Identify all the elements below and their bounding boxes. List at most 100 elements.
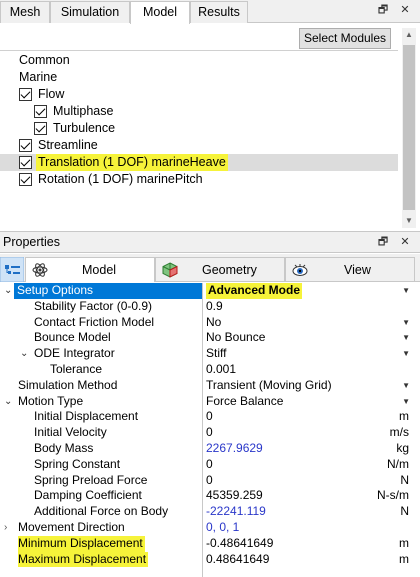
property-value[interactable]: Transient (Moving Grid) [206, 378, 332, 394]
property-value[interactable]: 0 [206, 457, 213, 473]
property-value[interactable]: No Bounce [206, 330, 265, 346]
tree-item-translation[interactable]: Translation (1 DOF) marineHeave [0, 154, 398, 171]
property-value[interactable]: 0, 0, 1 [206, 520, 239, 536]
property-row-initial-displacement[interactable]: Initial Displacement 0 m [0, 409, 420, 425]
property-row-simulation-method[interactable]: Simulation Method Transient (Moving Grid… [0, 378, 420, 394]
top-tab-bar: Mesh Simulation Model Results 🗗 ✕ [0, 0, 420, 24]
property-value[interactable]: -22241.119 [206, 504, 266, 520]
property-value[interactable]: 2267.9629 [206, 441, 263, 457]
checkbox-icon[interactable] [34, 105, 47, 118]
tree-item-turbulence[interactable]: Turbulence [0, 120, 398, 137]
property-row-damping-coefficient[interactable]: Damping Coefficient 45359.259 N-s/m [0, 488, 420, 504]
property-row-initial-velocity[interactable]: Initial Velocity 0 m/s [0, 425, 420, 441]
tab-mesh[interactable]: Mesh [0, 1, 50, 23]
property-value[interactable]: 0 [206, 473, 213, 489]
restore-icon[interactable]: 🗗 [376, 235, 390, 249]
tree-item-streamline[interactable]: Streamline [0, 137, 398, 154]
tab-simulation[interactable]: Simulation [50, 1, 130, 23]
checkbox-icon[interactable] [19, 156, 32, 169]
tree-item-flow[interactable]: Flow [0, 86, 398, 103]
tree-item-multiphase[interactable]: Multiphase [0, 103, 398, 120]
property-row-movement-direction[interactable]: › Movement Direction 0, 0, 1 [0, 520, 420, 536]
property-unit: m [399, 551, 409, 566]
property-value[interactable]: 0.9 [206, 299, 223, 315]
property-name: Damping Coefficient [34, 488, 142, 503]
close-icon[interactable]: ✕ [398, 3, 412, 17]
model-panel: Mesh Simulation Model Results 🗗 ✕ Select… [0, 0, 420, 230]
property-unit: m/s [389, 425, 409, 440]
property-unit: m [399, 535, 409, 550]
property-value[interactable]: 0.48641649 [206, 552, 269, 568]
checkbox-icon[interactable] [19, 173, 32, 186]
collapse-chevron-icon[interactable]: ⌄ [20, 346, 28, 362]
property-name: Setup Options [14, 283, 202, 299]
property-row-bounce-model[interactable]: Bounce Model No Bounce ▼ [0, 330, 420, 346]
dropdown-arrow-icon[interactable]: ▼ [402, 346, 410, 362]
tab-view-properties[interactable]: View [285, 257, 415, 282]
tab-geometry-properties[interactable]: Geometry [155, 257, 285, 282]
property-unit: N-s/m [377, 488, 409, 503]
property-row-min-displacement[interactable]: Minimum Displacement -0.48641649 m [0, 535, 420, 552]
property-row-tolerance[interactable]: Tolerance 0.001 [0, 362, 420, 378]
select-modules-button[interactable]: Select Modules [299, 28, 391, 49]
tree-item-common[interactable]: Common [0, 52, 398, 69]
property-unit: N/m [387, 456, 409, 471]
checkbox-icon[interactable] [19, 88, 32, 101]
property-row-spring-preload[interactable]: Spring Preload Force 0 N [0, 473, 420, 489]
checkbox-icon[interactable] [34, 122, 47, 135]
property-row-stability-factor[interactable]: Stability Factor (0-0.9) 0.9 [0, 299, 420, 315]
expand-chevron-icon[interactable]: › [4, 520, 7, 536]
property-name: Motion Type [18, 393, 84, 408]
close-icon[interactable]: ✕ [398, 235, 412, 249]
scroll-up-icon[interactable]: ▲ [402, 28, 416, 42]
tree-item-marine[interactable]: Marine [0, 69, 398, 86]
property-row-contact-friction[interactable]: Contact Friction Model No ▼ [0, 315, 420, 331]
checkbox-icon[interactable] [19, 139, 32, 152]
property-name: ODE Integrator [34, 346, 115, 361]
scroll-thumb[interactable] [403, 45, 415, 210]
property-row-motion-type[interactable]: ⌄ Motion Type Force Balance ▼ [0, 394, 420, 410]
property-name: Tolerance [50, 362, 103, 376]
column-divider[interactable] [202, 283, 203, 577]
dropdown-arrow-icon[interactable]: ▼ [402, 283, 410, 299]
tree-item-label: Multiphase [53, 104, 114, 118]
property-value[interactable]: 0 [206, 425, 213, 441]
property-value[interactable]: 45359.259 [206, 488, 263, 504]
property-name: Bounce Model [34, 330, 111, 345]
property-row-setup-options[interactable]: ⌄ Setup Options Advanced Mode ▼ [0, 283, 420, 299]
collapse-chevron-icon[interactable]: ⌄ [4, 394, 12, 410]
dropdown-arrow-icon[interactable]: ▼ [402, 330, 410, 346]
property-row-max-displacement[interactable]: Maximum Displacement 0.48641649 m [0, 551, 420, 568]
tab-results[interactable]: Results [190, 1, 248, 23]
scroll-down-icon[interactable]: ▼ [402, 214, 416, 228]
geometry-cube-icon [162, 262, 178, 278]
tree-item-label: Common [19, 53, 70, 67]
tab-model[interactable]: Model [130, 1, 190, 24]
eye-icon [292, 264, 308, 276]
atom-icon [32, 263, 48, 277]
property-row-additional-force[interactable]: Additional Force on Body -22241.119 N [0, 504, 420, 520]
property-row-spring-constant[interactable]: Spring Constant 0 N/m [0, 457, 420, 473]
property-row-ode-integrator[interactable]: ⌄ ODE Integrator Stiff ▼ [0, 346, 420, 362]
tree-item-label: Marine [19, 70, 58, 84]
restore-icon[interactable]: 🗗 [376, 3, 390, 17]
sort-categories-icon[interactable] [0, 256, 25, 283]
property-value[interactable]: Advanced Mode [206, 283, 303, 299]
property-unit: kg [396, 441, 409, 455]
dropdown-arrow-icon[interactable]: ▼ [402, 315, 410, 331]
tree-scrollbar[interactable]: ▲ ▼ [402, 28, 416, 228]
collapse-chevron-icon[interactable]: ⌄ [4, 283, 12, 299]
tree-item-label: Rotation (1 DOF) marinePitch [38, 172, 203, 186]
property-value[interactable]: 0.001 [206, 362, 236, 378]
tree-item-rotation[interactable]: Rotation (1 DOF) marinePitch [0, 171, 398, 188]
property-value[interactable]: No [206, 315, 221, 331]
dropdown-arrow-icon[interactable]: ▼ [402, 394, 410, 410]
property-value[interactable]: -0.48641649 [206, 536, 273, 552]
tab-model-properties[interactable]: Model [25, 257, 155, 282]
property-value[interactable]: Force Balance [206, 394, 283, 410]
property-value[interactable]: Stiff [206, 346, 226, 362]
property-name: Contact Friction Model [34, 314, 155, 329]
property-row-body-mass[interactable]: Body Mass 2267.9629 kg [0, 441, 420, 457]
dropdown-arrow-icon[interactable]: ▼ [402, 378, 410, 394]
property-value[interactable]: 0 [206, 409, 213, 425]
